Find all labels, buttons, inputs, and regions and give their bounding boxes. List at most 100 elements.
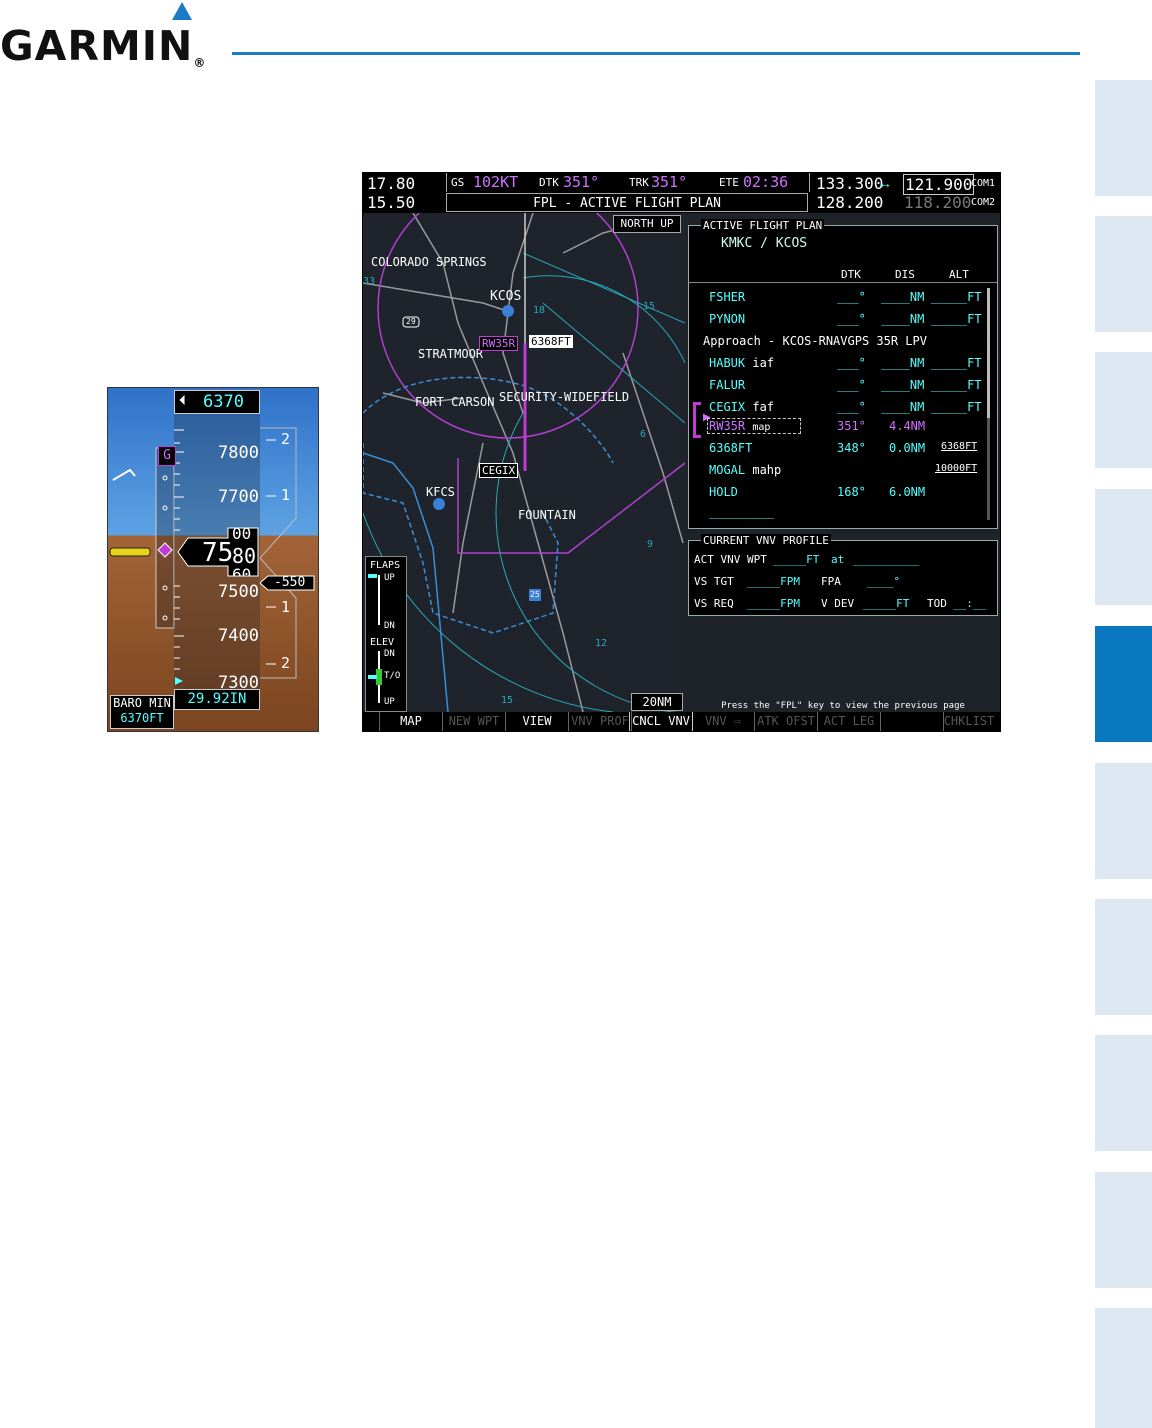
softkey-10[interactable]: [881, 712, 944, 731]
vsi-label: 2: [281, 430, 291, 448]
vnv-vs-tgt-label: VS TGT: [694, 575, 734, 588]
altitude-tick-label: 7700: [218, 487, 259, 507]
flaps-up-label: UP: [384, 573, 395, 583]
vnv-tod-label: TOD: [927, 597, 947, 610]
elev-to-label: T/O: [384, 671, 401, 681]
flaps-dn-label: DN: [384, 621, 395, 631]
fpl-cell-alt[interactable]: _____FT: [931, 312, 982, 326]
vsi-label: 1: [281, 486, 291, 504]
map-area[interactable]: NORTH UP COLORADO SPRINGS KCOS STRATMOOR…: [363, 213, 685, 712]
map-label-cegix[interactable]: CEGIX: [479, 463, 519, 478]
vnv-act-label: ACT VNV WPT: [694, 553, 767, 566]
map-graphics: [363, 213, 685, 712]
swap-arrow-icon[interactable]: ↔: [878, 175, 892, 191]
vnv-vs-req-label: VS REQ: [694, 597, 734, 610]
softkey-act-leg[interactable]: ACT LEG: [818, 712, 881, 731]
softkey-vnv-direct[interactable]: VNV ⇨: [692, 712, 755, 731]
fpl-cell-dtk: ___°: [837, 400, 866, 414]
current-altitude-roll-bottom: 60: [232, 566, 252, 576]
com2-standby-frequency[interactable]: 118.200: [904, 193, 971, 212]
trk-value: 351°: [651, 173, 688, 191]
fpl-cell-dtk: 351°: [837, 419, 866, 433]
com1-active-frequency[interactable]: 133.300: [816, 174, 883, 193]
current-altitude-digits: 80: [232, 544, 257, 568]
fpl-panel-title: ACTIVE FLIGHT PLAN: [701, 219, 825, 232]
fpl-row[interactable]: HOLD: [709, 485, 829, 499]
side-tab-1[interactable]: [1095, 80, 1152, 196]
map-label-fountain: FOUNTAIN: [518, 508, 576, 522]
com1-label: COM1: [971, 178, 996, 189]
flaps-scale: [378, 575, 380, 625]
softkey-new-wpt[interactable]: NEW WPT: [443, 712, 506, 731]
softkey-cncl-vnv[interactable]: CNCL VNV: [629, 712, 693, 731]
softkey-vnv-prof[interactable]: VNV PROF: [569, 712, 632, 731]
side-tab-3[interactable]: [1095, 352, 1152, 468]
softkey-1[interactable]: [363, 712, 380, 731]
fpl-row[interactable]: PYNON: [709, 312, 829, 326]
fpl-cell-alt[interactable]: 10000FT: [935, 463, 977, 474]
map-ring-label: 33: [363, 276, 376, 287]
fpl-cell-dis: 6.0NM: [889, 485, 926, 499]
side-tab-active[interactable]: [1095, 626, 1152, 742]
side-tab-10[interactable]: [1095, 1308, 1152, 1428]
map-ring-label: 9: [647, 539, 654, 550]
altitude-bug-icon: ⏴: [179, 393, 186, 409]
map-label-stratmoor: STRATMOOR: [418, 347, 484, 361]
baro-minimums-box: BARO MIN 6370FT: [110, 695, 174, 729]
nav-standby-frequency[interactable]: 15.50: [367, 193, 415, 212]
fpl-cell-alt[interactable]: _____FT: [931, 290, 982, 304]
vnv-fpa-value[interactable]: ____°: [867, 575, 900, 588]
softkey-atk-ofst[interactable]: ATK OFST: [755, 712, 818, 731]
fpl-row[interactable]: MOGAL mahp: [709, 463, 829, 477]
nav-active-frequency[interactable]: 17.80: [367, 174, 415, 193]
com1-standby-frequency[interactable]: 121.900: [903, 174, 975, 195]
fpl-cell-dtk: ___°: [837, 356, 866, 370]
data-bar: GS 102KT DTK 351° TRK 351° ETE 02:36: [446, 173, 810, 192]
side-tab-8[interactable]: [1095, 1035, 1152, 1151]
softkey-map[interactable]: MAP: [380, 712, 443, 731]
fpl-cell-dtk: ___°: [837, 290, 866, 304]
fpl-row[interactable]: CEGIX faf: [709, 400, 829, 414]
altitude-tick-label: 7800: [218, 443, 259, 463]
vnv-vs-tgt-value[interactable]: _____FPM: [747, 575, 800, 588]
vnv-vs-req-value: _____FPM: [747, 597, 800, 610]
vnv-act-value[interactable]: _____FT: [773, 553, 819, 566]
altitude-tick-label: 7400: [218, 626, 259, 646]
fpl-approach-header[interactable]: Approach - KCOS-RNAVGPS 35R LPV: [703, 334, 927, 348]
fpl-row[interactable]: FALUR: [709, 378, 829, 392]
map-label-rw35r[interactable]: RW35R: [479, 336, 519, 351]
fpl-cell-alt[interactable]: _____FT: [931, 400, 982, 414]
map-range[interactable]: 20NM: [631, 693, 683, 711]
vnv-panel-title: CURRENT VNV PROFILE: [701, 534, 831, 547]
map-label-interstate: 25: [530, 590, 540, 599]
fpl-cell-alt[interactable]: _____FT: [931, 356, 982, 370]
softkey-view[interactable]: VIEW: [506, 712, 569, 731]
fpl-cell-dis: ____NM: [881, 400, 925, 414]
side-tab-7[interactable]: [1095, 899, 1152, 1015]
fpl-row-empty[interactable]: _________: [709, 505, 774, 519]
mfd-top-bar: 17.80 15.50 GS 102KT DTK 351° TRK 351° E…: [363, 173, 1000, 213]
side-tab-9[interactable]: [1095, 1172, 1152, 1288]
side-tab-6[interactable]: [1095, 763, 1152, 879]
com2-active-frequency[interactable]: 128.200: [816, 193, 883, 212]
map-label-highway: 29: [406, 317, 416, 326]
fpl-cell-alt[interactable]: 6368FT: [941, 441, 977, 452]
vnv-tod-value: __:__: [953, 597, 987, 610]
fpl-cell-dtk: 168°: [837, 485, 866, 499]
map-label-kcos[interactable]: KCOS: [490, 289, 521, 304]
side-tab-2[interactable]: [1095, 216, 1152, 332]
fpl-row-active[interactable]: RW35R map: [709, 419, 829, 433]
map-orientation-button[interactable]: NORTH UP: [613, 215, 681, 233]
map-label-security-widefield: SECURITY-WIDEFIELD: [499, 390, 630, 404]
current-altitude-main: 75: [202, 538, 234, 568]
fpl-scrollbar-thumb[interactable]: [987, 288, 990, 418]
dtk-value: 351°: [563, 173, 600, 191]
softkey-bar: MAP NEW WPT VIEW VNV PROF CNCL VNV VNV ⇨…: [363, 712, 1000, 731]
fpl-row[interactable]: HABUK iaf: [709, 356, 829, 370]
softkey-chklist[interactable]: CHKLIST: [938, 712, 1000, 731]
map-ring-label: 15: [643, 301, 656, 312]
map-label-kfcs[interactable]: KFCS: [426, 485, 455, 499]
fpl-cell-alt[interactable]: _____FT: [931, 378, 982, 392]
side-tab-4[interactable]: [1095, 489, 1152, 605]
fpl-row[interactable]: 6368FT: [709, 441, 829, 455]
